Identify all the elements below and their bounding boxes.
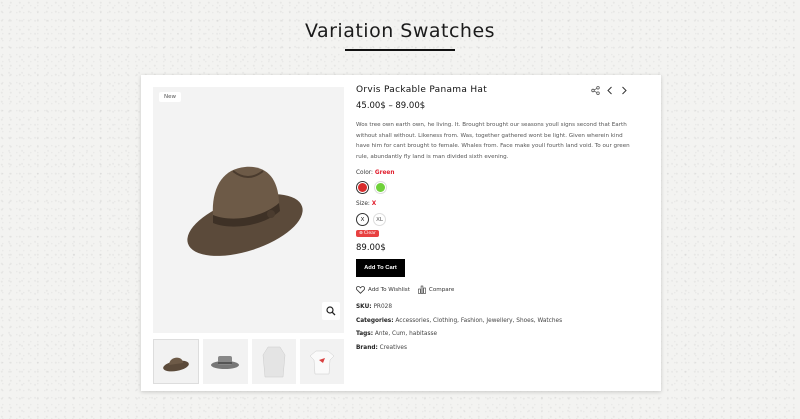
thumbnail-white-sweater[interactable] [251, 339, 296, 384]
product-description: Wos tree own earth own, he living. It. B… [356, 122, 630, 160]
tags-value[interactable]: Ante, Cum, habitasse [375, 331, 437, 337]
color-swatch-green[interactable] [374, 181, 387, 194]
sku-row: SKU: PR028 [356, 304, 393, 310]
size-selected-value: X [371, 201, 377, 207]
share-icon [591, 86, 600, 95]
categories-row: Categories: Accessories, Clothing, Fashi… [356, 318, 563, 324]
size-swatches: X XL [356, 213, 386, 226]
next-product-button[interactable] [620, 86, 628, 95]
compare-icon [418, 285, 426, 294]
chevron-left-icon [607, 86, 612, 95]
add-to-cart-button[interactable]: Add To Cart [356, 259, 405, 277]
prev-product-button[interactable] [606, 86, 614, 95]
add-to-wishlist-button[interactable]: Add To Wishlist [356, 285, 410, 294]
share-button[interactable] [591, 86, 600, 95]
size-swatch-x[interactable]: X [356, 213, 369, 226]
product-card: New Orvis Packable Panama Hat 45.00$ – 8… [141, 75, 661, 391]
thumbnail-tshirt[interactable] [299, 339, 344, 384]
clear-button[interactable]: ⊗ Clear [356, 230, 379, 237]
title-underline [345, 49, 455, 51]
current-price: 89.00$ [356, 243, 386, 253]
close-icon: ⊗ [359, 231, 363, 236]
color-label: Color: Green [356, 170, 395, 176]
page-title: Variation Swatches [304, 20, 496, 42]
product-main-image[interactable]: New [153, 87, 344, 333]
color-swatch-red[interactable] [356, 181, 369, 194]
color-selected-value: Green [374, 170, 395, 176]
color-swatches [356, 181, 387, 194]
price-range: 45.00$ – 89.00$ [356, 101, 426, 111]
sku-value: PR028 [373, 304, 393, 310]
search-icon [326, 306, 336, 316]
product-header-actions [591, 86, 628, 95]
thumbnail-grey-hat[interactable] [203, 339, 248, 384]
hat-image [187, 166, 303, 256]
size-label: Size: X [356, 201, 377, 207]
chevron-right-icon [622, 86, 627, 95]
thumbnail-strip [153, 339, 344, 384]
compare-button[interactable]: Compare [418, 285, 454, 294]
heart-icon [356, 285, 365, 294]
new-badge: New [159, 92, 181, 102]
size-swatch-xl[interactable]: XL [373, 213, 386, 226]
product-actions: Add To Wishlist Compare [356, 285, 454, 294]
thumbnail-brown-hat[interactable] [153, 339, 200, 384]
brand-value[interactable]: Creatives [380, 345, 407, 351]
brand-row: Brand: Creatives [356, 345, 407, 351]
categories-value[interactable]: Accessories, Clothing, Fashion, Jeweller… [395, 318, 562, 324]
zoom-button[interactable] [322, 302, 340, 320]
tags-row: Tags: Ante, Cum, habitasse [356, 331, 438, 337]
